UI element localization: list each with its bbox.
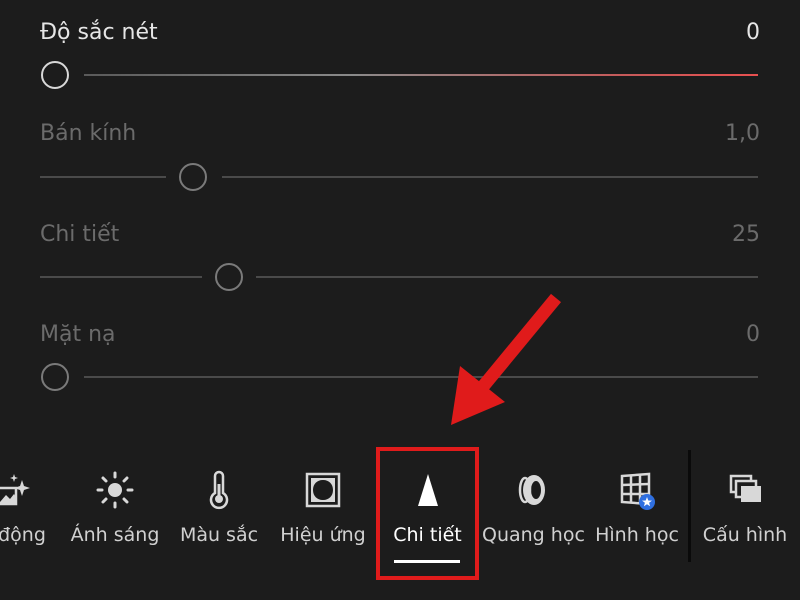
pointer-arrow bbox=[451, 293, 562, 425]
